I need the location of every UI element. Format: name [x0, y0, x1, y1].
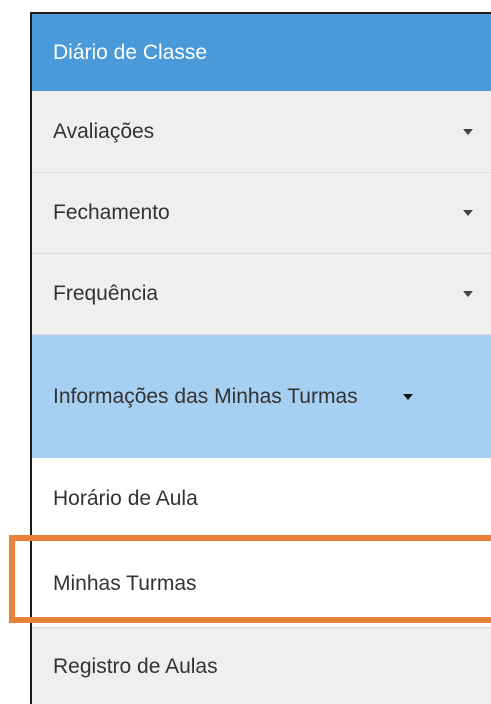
menu-header[interactable]: Diário de Classe — [32, 14, 491, 91]
submenu-item-minhas-turmas[interactable]: Minhas Turmas — [32, 540, 491, 628]
menu-item-label: Informações das Minhas Turmas — [53, 385, 358, 408]
menu-item-label: Frequência — [53, 282, 159, 305]
caret-down-icon — [403, 393, 413, 400]
submenu-item-label: Minhas Turmas — [53, 571, 197, 595]
menu-item-label: Fechamento — [53, 201, 170, 224]
menu-item-informacoes-turmas[interactable]: Informações das Minhas Turmas — [32, 335, 491, 458]
menu-header-label: Diário de Classe — [53, 40, 208, 64]
submenu-item-label: Horário de Aula — [53, 486, 198, 510]
submenu-item-registro-aulas[interactable]: Registro de Aulas — [32, 628, 491, 704]
caret-down-icon — [463, 291, 473, 297]
menu-item-label: Avaliações — [53, 119, 155, 143]
menu-item-avaliacoes[interactable]: Avaliações — [32, 91, 491, 173]
submenu-item-label: Registro de Aulas — [53, 655, 218, 678]
caret-down-icon — [463, 128, 473, 135]
menu-item-frequencia[interactable]: Frequência — [32, 254, 491, 335]
menu-item-fechamento[interactable]: Fechamento — [32, 173, 491, 254]
caret-down-icon — [463, 210, 473, 216]
class-diary-menu: Diário de Classe Avaliações Fechamento F… — [30, 12, 491, 704]
submenu-item-horario-aula[interactable]: Horário de Aula — [32, 458, 491, 540]
